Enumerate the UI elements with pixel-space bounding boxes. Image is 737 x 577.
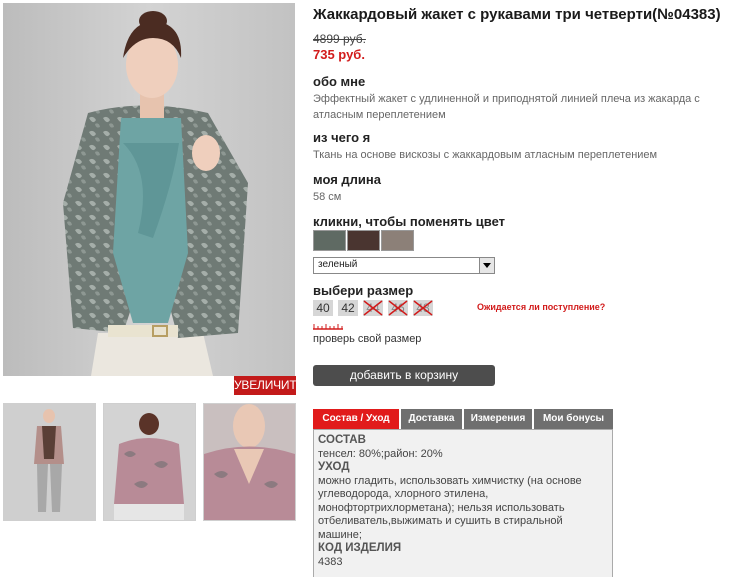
composition-heading: СОСТАВ <box>318 434 366 446</box>
about-heading: обо мне <box>313 74 366 89</box>
color-heading: кликни, чтобы поменять цвет <box>313 214 506 229</box>
check-size-link[interactable]: проверь свой размер <box>313 333 421 345</box>
size-option-42[interactable]: 42 <box>338 300 358 316</box>
care-text: можно гладить, использовать химчистку (н… <box>318 474 582 541</box>
main-product-photo[interactable] <box>3 3 295 376</box>
zoom-button[interactable]: УВЕЛИЧИТЬ <box>234 376 304 395</box>
tab-composition-care[interactable]: Состав / Уход <box>313 409 399 429</box>
add-to-cart-button[interactable]: добавить в корзину <box>313 365 495 386</box>
old-price: 4899 руб. <box>313 32 366 46</box>
crossed-out-icon <box>363 300 383 316</box>
color-select-value: зеленый <box>318 259 358 270</box>
product-code-value: 4383 <box>318 555 343 568</box>
tab-bonuses[interactable]: Мои бонусы <box>534 409 613 429</box>
notify-restock-link[interactable]: Ожидается ли поступление? <box>477 302 605 312</box>
thumbnail-back-view[interactable] <box>103 403 196 521</box>
tab-measurements[interactable]: Измерения <box>464 409 532 429</box>
tab-delivery[interactable]: Доставка <box>401 409 462 429</box>
color-swatch-gray[interactable] <box>381 230 414 251</box>
sale-price: 735 руб. <box>313 47 365 62</box>
size-option-40[interactable]: 40 <box>313 300 333 316</box>
size-option-46-unavailable: 46 <box>388 300 408 316</box>
ruler-icon <box>313 324 343 330</box>
color-swatch-green[interactable] <box>313 230 346 251</box>
product-title: Жаккардовый жакет с рукавами три четверт… <box>313 6 721 23</box>
material-heading: из чего я <box>313 130 371 145</box>
crossed-out-icon <box>388 300 408 316</box>
size-option-48-unavailable: 48 <box>413 300 433 316</box>
color-select[interactable]: зеленый <box>313 257 495 274</box>
composition-text: тенсел: 80%;район: 20% <box>318 447 443 460</box>
size-option-44-unavailable: 44 <box>363 300 383 316</box>
thumbnail-full-outfit[interactable] <box>3 403 96 521</box>
about-text: Эффектный жакет с удлиненной и приподнят… <box>313 93 700 121</box>
thumbnail-collar-detail[interactable] <box>203 403 296 521</box>
chevron-down-icon[interactable] <box>479 258 494 273</box>
color-swatch-brown[interactable] <box>347 230 380 251</box>
length-heading: моя длина <box>313 172 381 187</box>
length-text: 58 см <box>313 191 342 203</box>
material-text: Ткань на основе вискозы с жаккардовым ат… <box>313 149 658 161</box>
tab-panel-composition-care: СОСТАВ тенсел: 80%;район: 20% УХОД можно… <box>313 429 613 577</box>
product-code-heading: КОД ИЗДЕЛИЯ <box>318 542 402 554</box>
care-heading: УХОД <box>318 461 350 473</box>
crossed-out-icon <box>413 300 433 316</box>
size-heading: выбери размер <box>313 283 414 298</box>
